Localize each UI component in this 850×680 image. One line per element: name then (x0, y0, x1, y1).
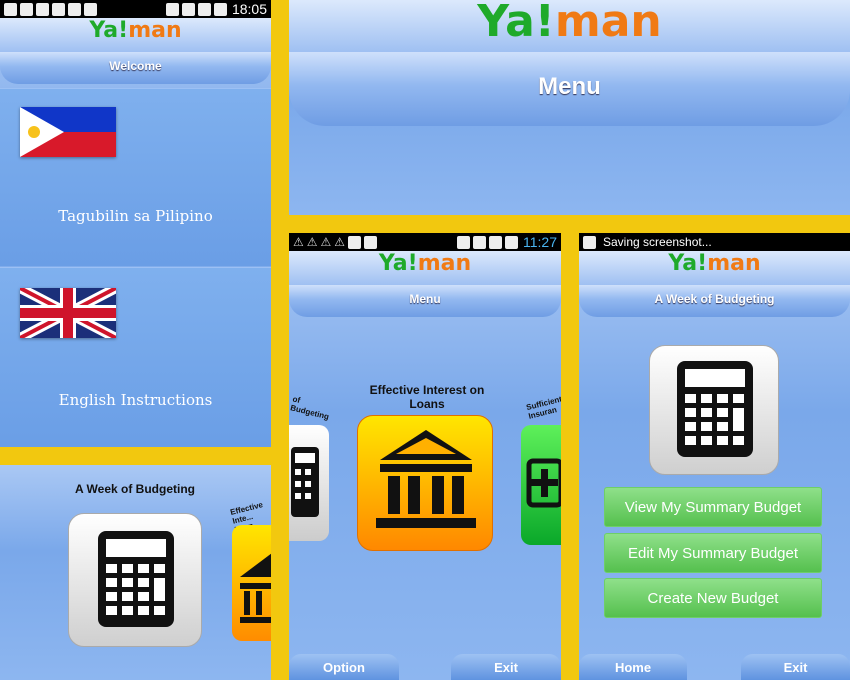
play-icon (84, 2, 97, 16)
status-text: Saving screenshot... (603, 235, 712, 249)
uk-flag-icon (20, 288, 116, 338)
carousel-item-title: Effective Interest on Loans (369, 383, 485, 411)
calculator-icon (291, 447, 319, 517)
menu-screen: ⚠ ⚠ ⚠ ⚠ 11:27 Ya!man Menu of Budgeting E… (289, 233, 561, 680)
plus-icon (526, 458, 561, 508)
carousel-item-title: A Week of Budgeting (75, 482, 195, 496)
language-label: English Instructions (58, 391, 213, 409)
message-icon (348, 235, 362, 249)
image-icon (364, 235, 378, 249)
menu-header-screen: Ya!man Menu (289, 0, 850, 215)
option-button[interactable]: Option (289, 654, 399, 680)
page-title: Menu (289, 285, 561, 317)
status-bar: ⚠ ⚠ ⚠ ⚠ 11:27 (289, 233, 561, 251)
calculator-tile[interactable] (289, 425, 329, 541)
philippines-flag-icon (20, 107, 116, 157)
app-logo: Ya!man (477, 0, 662, 47)
alarm-icon (181, 2, 195, 16)
play-icon (68, 2, 81, 16)
bank-icon (376, 430, 476, 528)
calculator-icon (677, 361, 753, 457)
battery-icon (52, 2, 65, 16)
carousel-right-label: Sufficient Insuran (525, 394, 561, 421)
calculator-tile (649, 345, 779, 475)
calculator-icon (98, 531, 174, 627)
usb-icon (36, 2, 49, 16)
signal-icon (213, 2, 227, 16)
create-new-budget-button[interactable]: Create New Budget (604, 578, 822, 618)
warning-icon: ⚠ (334, 235, 346, 249)
signal-icon (489, 235, 502, 249)
app-logo: Ya!man (378, 251, 472, 276)
budget-screen: Saving screenshot... Ya!man A Week of Bu… (579, 233, 850, 680)
battery-icon (505, 235, 518, 249)
bank-icon (240, 553, 271, 623)
warning-icon: ⚠ (293, 235, 304, 249)
image-icon (583, 235, 596, 249)
status-time: 18:05 (231, 1, 267, 17)
app-logo: Ya!man (89, 18, 182, 43)
status-bar: 18:05 (0, 0, 271, 18)
status-time: 11:27 (523, 234, 557, 250)
android-icon (20, 2, 33, 16)
language-label: Tagubilin sa Pilipino (58, 207, 213, 225)
home-button[interactable]: Home (579, 654, 687, 680)
status-bar: Saving screenshot... (579, 233, 850, 251)
warning-icon: ⚠ (320, 235, 332, 249)
page-title: Welcome (0, 52, 271, 84)
insurance-tile[interactable] (521, 425, 561, 545)
volume-icon (457, 235, 470, 249)
page-title: A Week of Budgeting (579, 285, 850, 317)
app-logo: Ya!man (668, 251, 761, 276)
wifi-icon (197, 2, 211, 16)
bank-tile[interactable] (232, 525, 271, 641)
carousel-screen: A Week of Budgeting Effective Inte... Lo… (0, 465, 271, 680)
exit-button[interactable]: Exit (741, 654, 850, 680)
exit-button[interactable]: Exit (451, 654, 561, 680)
language-option-filipino[interactable]: Tagubilin sa Pilipino (0, 88, 271, 266)
language-option-english[interactable]: English Instructions (0, 267, 271, 447)
volume-icon (165, 2, 179, 16)
wifi-icon (473, 235, 486, 249)
view-summary-budget-button[interactable]: View My Summary Budget (604, 487, 822, 527)
calculator-tile[interactable] (68, 513, 202, 647)
warning-icon: ⚠ (306, 235, 318, 249)
carousel-left-label: of Budgeting (289, 394, 330, 422)
bank-tile[interactable] (357, 415, 493, 551)
edit-summary-budget-button[interactable]: Edit My Summary Budget (604, 533, 822, 573)
page-title: Menu (289, 52, 850, 126)
back-icon (4, 2, 17, 16)
welcome-screen: 18:05 Ya!man Welcome Tagubilin sa Pilipi… (0, 0, 271, 447)
